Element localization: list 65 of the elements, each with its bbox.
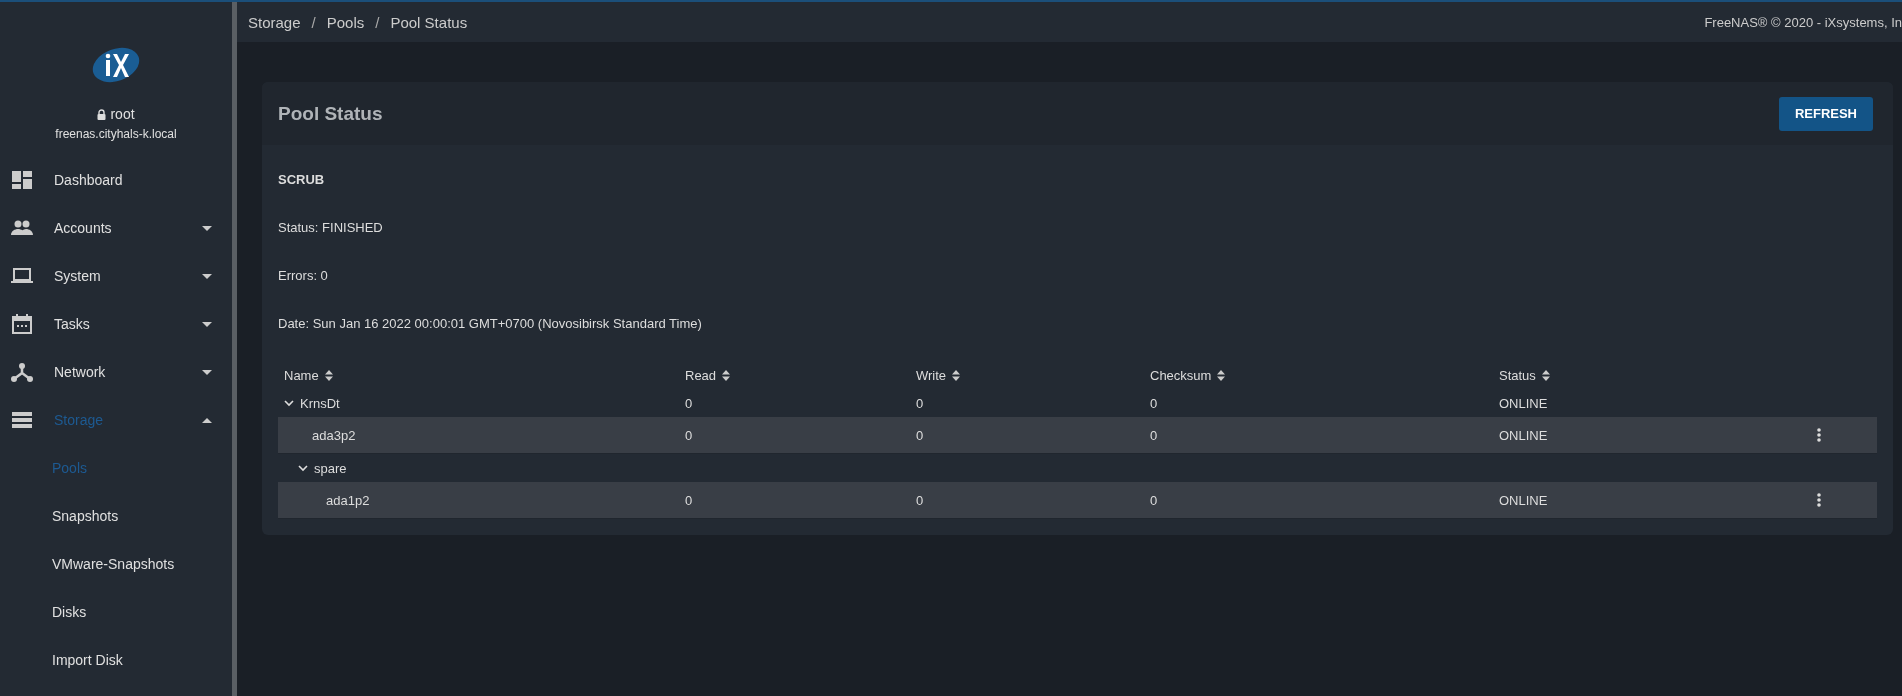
breadcrumb-separator: / bbox=[311, 13, 316, 31]
column-header[interactable]: Read bbox=[679, 367, 910, 383]
sidebar-subitem[interactable]: Disks bbox=[0, 588, 232, 636]
sidebar-item[interactable]: Network bbox=[0, 348, 232, 396]
column-header[interactable]: Write bbox=[910, 367, 1144, 383]
breadcrumb-link[interactable]: Storage bbox=[248, 13, 301, 31]
more-options-icon[interactable] bbox=[1817, 428, 1821, 442]
storage-icon bbox=[11, 410, 33, 430]
caret-icon bbox=[202, 273, 212, 279]
device-name: ada1p2 bbox=[326, 492, 370, 508]
table-cell: ONLINE bbox=[1499, 395, 1548, 411]
breadcrumb-separator: / bbox=[375, 13, 380, 31]
table-cell: 0 bbox=[916, 395, 924, 411]
sort-icon bbox=[952, 369, 961, 381]
scrub-heading: SCRUB bbox=[278, 170, 326, 189]
caret-icon bbox=[202, 225, 212, 231]
table-cell: ONLINE bbox=[1499, 427, 1548, 443]
sort-icon bbox=[324, 369, 333, 381]
people-icon bbox=[11, 218, 33, 238]
more-options-icon[interactable] bbox=[1817, 493, 1821, 507]
card-title: Pool Status bbox=[278, 102, 383, 125]
caret-icon bbox=[202, 321, 212, 327]
chevron-icon[interactable] bbox=[298, 464, 308, 472]
device-name: ada3p2 bbox=[312, 427, 356, 443]
table-cell: ONLINE bbox=[1499, 492, 1548, 508]
network-icon bbox=[11, 362, 33, 382]
sidebar-subitem[interactable]: Import Disk bbox=[0, 636, 232, 684]
device-name: spare bbox=[314, 460, 347, 476]
column-header[interactable]: Name bbox=[278, 367, 679, 383]
sidebar-item[interactable]: Tasks bbox=[0, 300, 232, 348]
table-cell: 0 bbox=[1150, 395, 1158, 411]
refresh-button[interactable]: REFRESH bbox=[1778, 96, 1873, 131]
sidebar-subitem[interactable]: Snapshots bbox=[0, 492, 232, 540]
table-cell: 0 bbox=[1150, 427, 1158, 443]
breadcrumb-link[interactable]: Pools bbox=[326, 13, 365, 31]
table-cell: 0 bbox=[685, 395, 693, 411]
sidebar-item[interactable]: Accounts bbox=[0, 204, 232, 252]
sidebar-subitem[interactable]: VMware-Snapshots bbox=[0, 540, 232, 588]
scrub-info-text: Date: Sun Jan 16 2022 00:00:01 GMT+0700 (Novosibirsk Standard Time) bbox=[278, 314, 703, 333]
table-cell: 0 bbox=[916, 492, 924, 508]
username: root bbox=[110, 106, 135, 122]
column-header[interactable]: Status bbox=[1493, 367, 1817, 383]
laptop-icon bbox=[11, 266, 33, 286]
column-header[interactable]: Checksum bbox=[1144, 367, 1493, 383]
sort-icon bbox=[1217, 369, 1226, 381]
scrub-info-text: Status: FINISHED bbox=[278, 218, 384, 237]
table-cell: 0 bbox=[685, 427, 693, 443]
table-cell: 0 bbox=[916, 427, 924, 443]
scrub-info-text: Errors: 0 bbox=[278, 266, 329, 285]
sidebar-item[interactable]: Dashboard bbox=[0, 156, 232, 204]
table-cell: 0 bbox=[685, 492, 693, 508]
sidebar-item[interactable]: System bbox=[0, 252, 232, 300]
lock-icon bbox=[97, 108, 107, 120]
sort-icon bbox=[1541, 369, 1550, 381]
copyright-text: FreeNAS® © 2020 - iXsystems, In bbox=[1704, 14, 1902, 30]
caret-icon bbox=[202, 417, 212, 423]
caret-icon bbox=[202, 369, 212, 375]
table-cell: 0 bbox=[1150, 492, 1158, 508]
sort-icon bbox=[722, 369, 731, 381]
logo-icon bbox=[91, 46, 141, 84]
dashboard-icon bbox=[11, 170, 33, 190]
calendar-icon bbox=[11, 314, 33, 334]
device-name: KrnsDt bbox=[300, 395, 340, 411]
hostname: freenas.cityhals-k.local bbox=[54, 127, 178, 141]
chevron-icon[interactable] bbox=[284, 399, 294, 407]
